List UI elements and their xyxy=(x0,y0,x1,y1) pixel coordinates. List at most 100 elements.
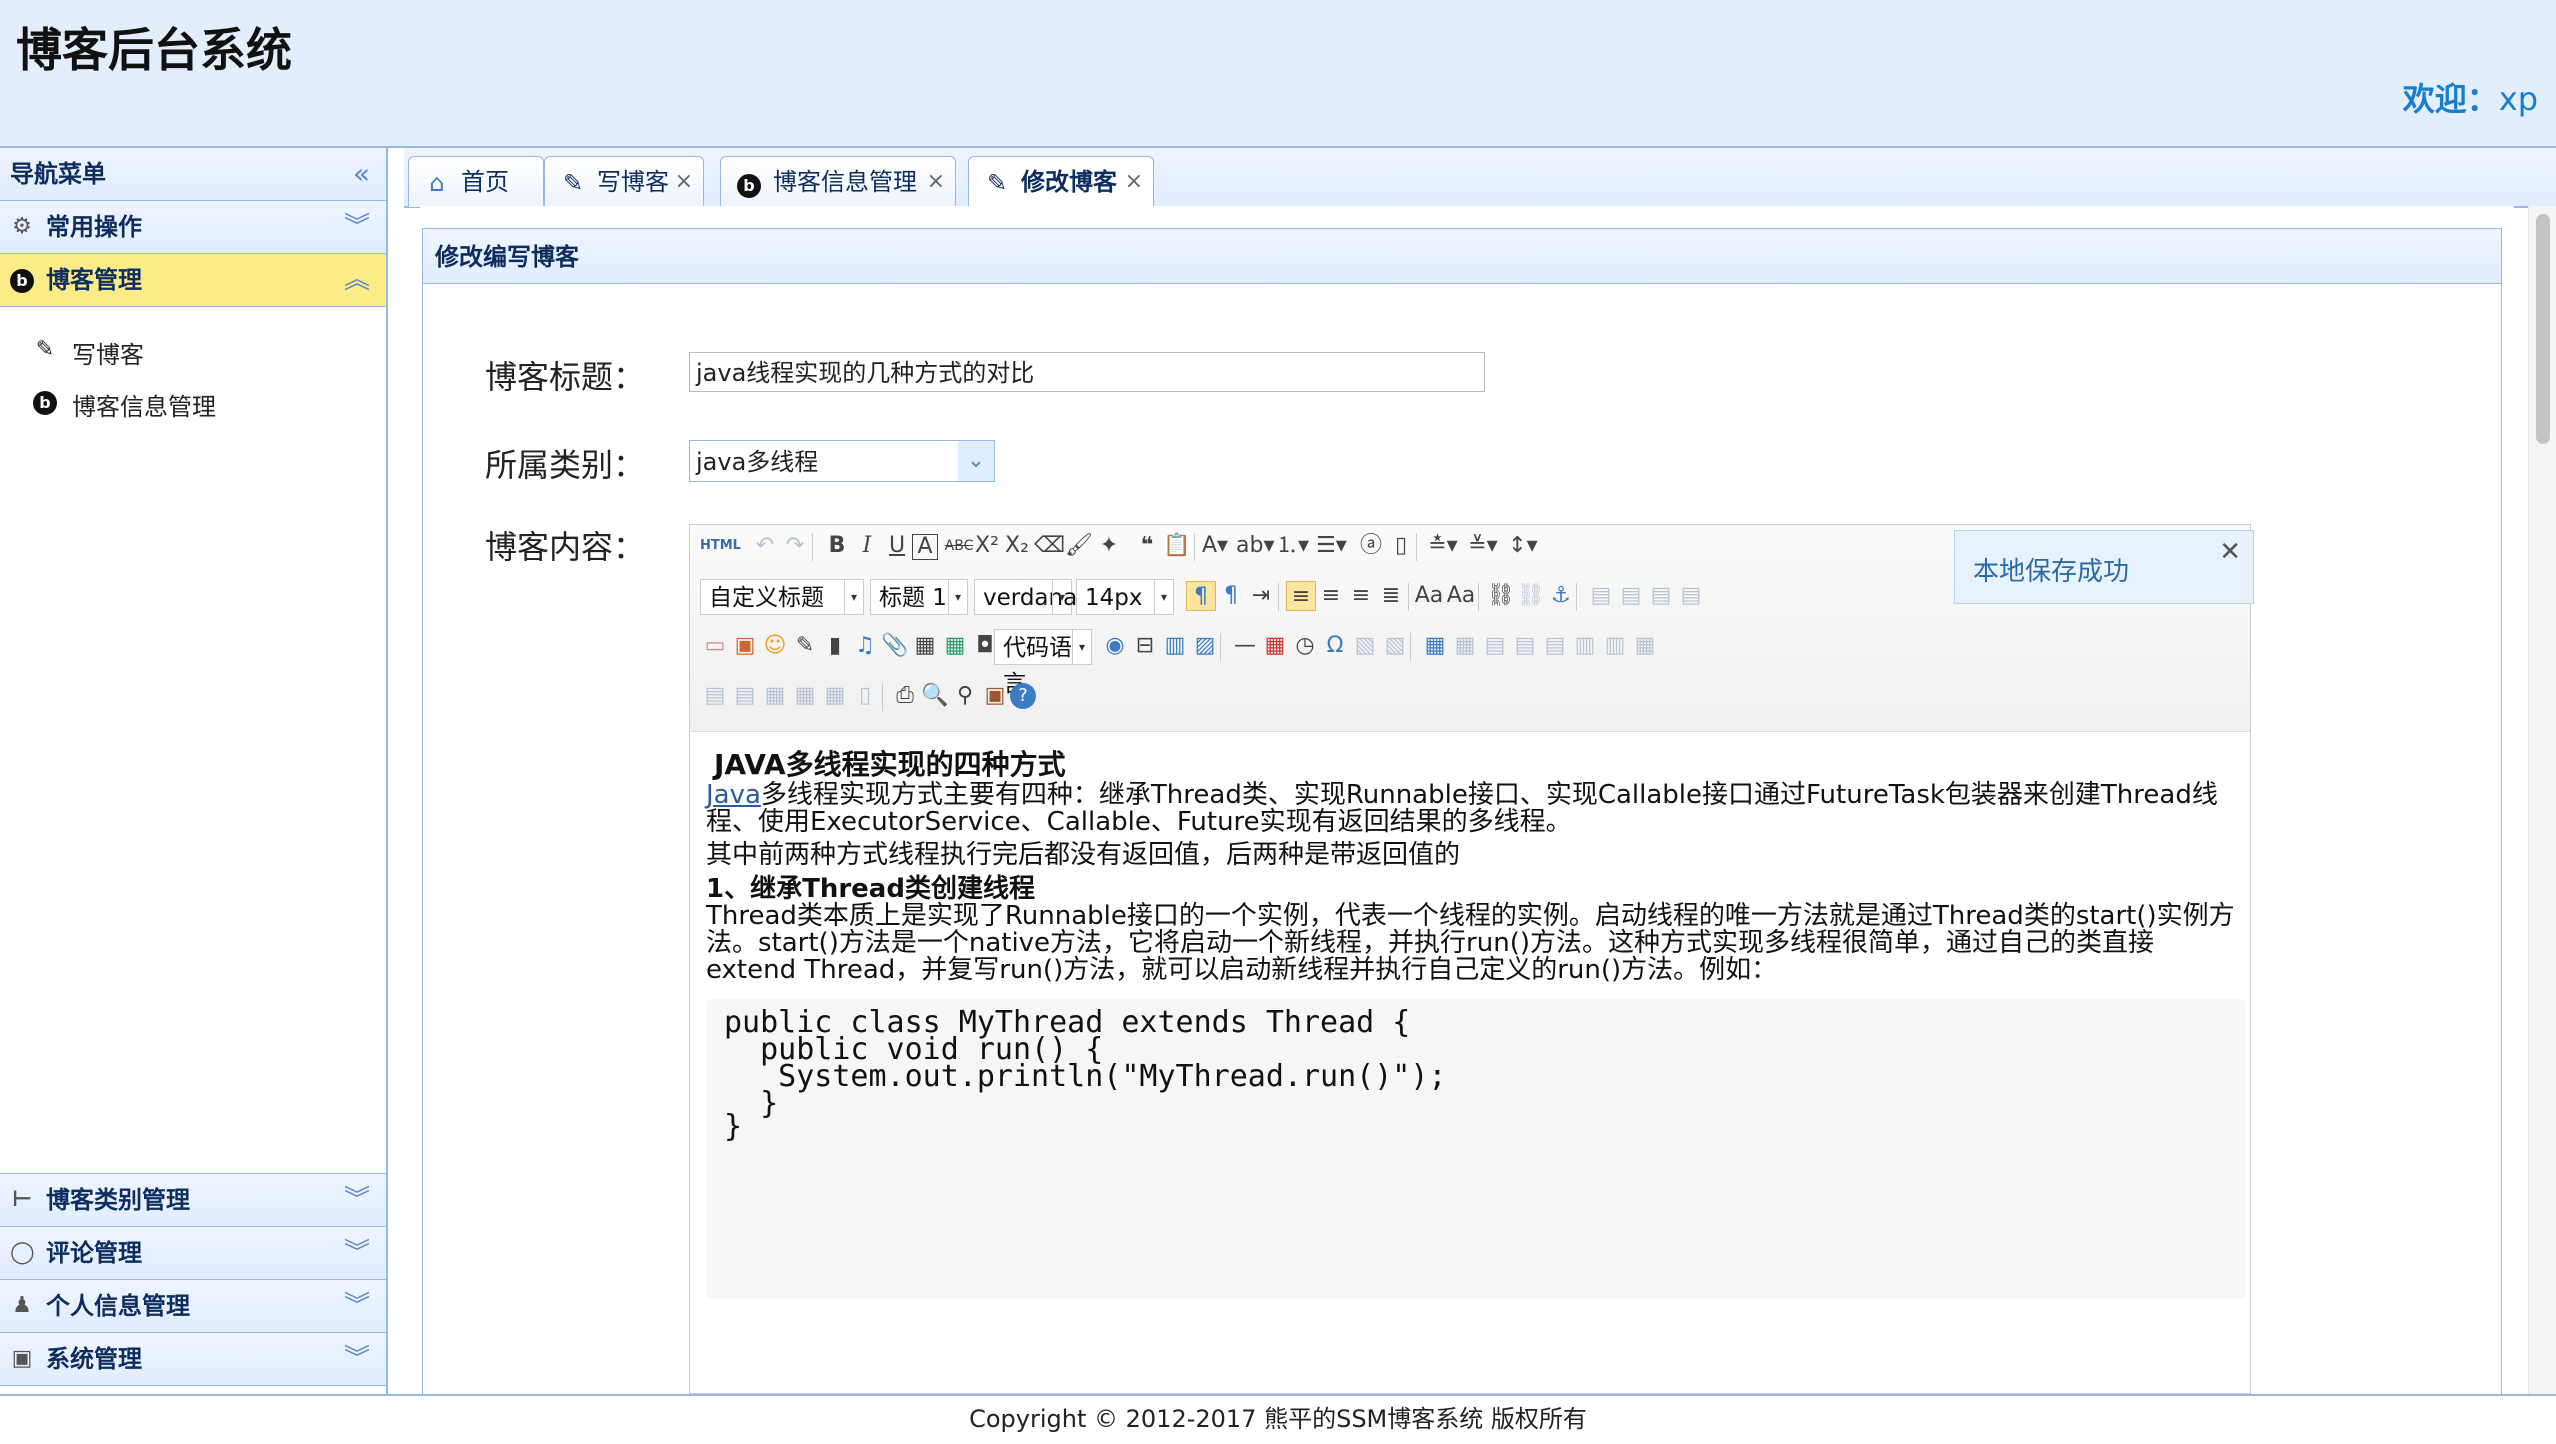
close-icon[interactable]: × xyxy=(675,157,693,207)
anchor-icon[interactable]: ⚓ xyxy=(1546,581,1576,611)
delete-row-icon[interactable]: ▤ xyxy=(1540,631,1570,661)
tab-blog-info[interactable]: b 博客信息管理 × xyxy=(720,156,956,207)
close-icon[interactable]: × xyxy=(1125,157,1143,207)
chevron-down-icon[interactable]: ︾ xyxy=(344,1227,370,1279)
drafts-icon[interactable]: ▣ xyxy=(980,681,1010,711)
sidebar-section-common[interactable]: ⚙ 常用操作 ︾ xyxy=(0,201,386,254)
insert-row-icon[interactable]: ▤ xyxy=(1510,631,1540,661)
sidebar-section-blog[interactable]: b 博客管理 ︽ xyxy=(0,254,386,307)
format-brush-icon[interactable]: 🖌 xyxy=(1064,531,1094,561)
time-icon[interactable]: ◷ xyxy=(1290,631,1320,661)
tab-write-blog[interactable]: ✎ 写博客 × xyxy=(544,156,704,207)
merge-cells-icon[interactable]: ▦ xyxy=(1630,631,1660,661)
split-cols-icon[interactable]: ▦ xyxy=(820,681,850,711)
chevron-down-icon[interactable]: ⌄ xyxy=(958,441,994,481)
template-icon[interactable]: ▥ xyxy=(1160,631,1190,661)
unlink-icon[interactable]: ⛓ xyxy=(1516,581,1546,611)
select-all-icon[interactable]: ⓐ xyxy=(1356,531,1386,561)
split-rows-icon[interactable]: ▦ xyxy=(790,681,820,711)
tab-edit-blog[interactable]: ✎ 修改博客 × xyxy=(968,156,1154,209)
date-icon[interactable]: ▦ xyxy=(1260,631,1290,661)
attachment-icon[interactable]: 📎 xyxy=(880,631,910,661)
justify-icon[interactable]: ≣ xyxy=(1376,581,1406,611)
subscript-icon[interactable]: X₂ xyxy=(1002,531,1032,561)
superscript-icon[interactable]: X² xyxy=(972,531,1002,561)
merge-down-icon[interactable]: ▤ xyxy=(730,681,760,711)
redo-icon[interactable]: ↷ xyxy=(780,531,810,561)
lowercase-icon[interactable]: Aa xyxy=(1446,581,1476,611)
code-language-select[interactable]: 代码语言 ▾ xyxy=(994,629,1092,697)
delete-table-icon[interactable]: ▦ xyxy=(1450,631,1480,661)
snapscreen-icon[interactable]: ▧ xyxy=(1350,631,1380,661)
music-icon[interactable]: ♫ xyxy=(850,631,880,661)
print-icon[interactable]: ⎙ xyxy=(890,681,920,711)
eraser-icon[interactable]: ⌫ xyxy=(1034,531,1065,561)
chevron-down-icon[interactable]: ︾ xyxy=(344,201,370,253)
auto-format-icon[interactable]: ✦ xyxy=(1094,531,1124,561)
font-color-icon[interactable]: A▾ xyxy=(1200,531,1230,561)
special-chars-icon[interactable]: Ω xyxy=(1320,631,1350,661)
html-source-button[interactable]: HTML xyxy=(700,531,741,561)
row-spacing-top-icon[interactable]: ≛▾ xyxy=(1428,531,1458,561)
preview-icon[interactable]: 🔍 xyxy=(920,681,950,711)
chevron-up-icon[interactable]: ︽ xyxy=(344,254,370,306)
bold-icon[interactable]: B xyxy=(822,531,852,561)
insert-image-icon[interactable]: ▣ xyxy=(730,631,760,661)
underline-icon[interactable]: U xyxy=(882,531,912,561)
paste-text-icon[interactable]: 📋 xyxy=(1162,531,1192,561)
image-none-icon[interactable]: ▤ xyxy=(1586,581,1616,611)
font-border-icon[interactable]: A xyxy=(912,534,938,560)
ltr-icon[interactable]: ¶ xyxy=(1186,581,1216,611)
chevron-down-icon[interactable]: ︾ xyxy=(344,1333,370,1385)
wordimage-icon[interactable]: ▧ xyxy=(1380,631,1410,661)
blog-title-input[interactable]: java线程实现的几种方式的对比 xyxy=(689,352,1485,392)
undo-icon[interactable]: ↶ xyxy=(750,531,780,561)
image-center-icon[interactable]: ▤ xyxy=(1676,581,1706,611)
indent-icon[interactable]: ⇥ xyxy=(1246,581,1276,611)
align-center-icon[interactable]: ≡ xyxy=(1316,581,1346,611)
highlight-icon[interactable]: ab▾ xyxy=(1236,531,1275,561)
insert-video-icon[interactable]: ▮ xyxy=(820,631,850,661)
blog-type-select[interactable]: java多线程 ⌄ xyxy=(689,440,995,482)
close-icon[interactable]: × xyxy=(927,157,945,207)
heading-select[interactable]: 标题 1 ▾ xyxy=(870,579,968,615)
insert-col-icon[interactable]: ▥ xyxy=(1570,631,1600,661)
uppercase-icon[interactable]: Aa xyxy=(1414,581,1444,611)
insert-table-icon[interactable]: ▦ xyxy=(1420,631,1450,661)
font-family-select[interactable]: verdana ▾ xyxy=(974,579,1077,615)
map-icon[interactable]: ▦ xyxy=(910,631,940,661)
scrollbar-thumb[interactable] xyxy=(2536,214,2550,444)
insert-paragraph-icon[interactable]: ▤ xyxy=(1480,631,1510,661)
merge-right-icon[interactable]: ▤ xyxy=(700,681,730,711)
chevron-down-icon[interactable]: ︾ xyxy=(344,1174,370,1226)
sidebar-section-system[interactable]: ▣ 系统管理 ︾ xyxy=(0,1333,386,1386)
sidebar-item-write-blog[interactable]: ✎ 写博客 xyxy=(32,335,144,370)
strikethrough-icon[interactable]: ABC xyxy=(944,531,974,561)
tab-home[interactable]: ⌂ 首页 xyxy=(408,156,544,207)
scrawl-icon[interactable]: ✎ xyxy=(790,631,820,661)
delete-col-icon[interactable]: ▥ xyxy=(1600,631,1630,661)
image-right-icon[interactable]: ▤ xyxy=(1646,581,1676,611)
rich-text-editor[interactable]: HTML ↶ ↷ B I U A ABC X² X₂ ⌫ 🖌 ✦ ❝ 📋 A▾ … xyxy=(689,524,2251,1394)
emotion-icon[interactable]: ☺ xyxy=(760,631,790,661)
page-break-icon[interactable]: ⊟ xyxy=(1130,631,1160,661)
unordered-list-icon[interactable]: ☰▾ xyxy=(1316,531,1347,561)
rtl-icon[interactable]: ¶ xyxy=(1216,581,1246,611)
custom-title-select[interactable]: 自定义标题 ▾ xyxy=(700,579,864,615)
italic-icon[interactable]: I xyxy=(852,531,882,561)
sidebar-section-blog-type[interactable]: ⊢ 博客类别管理 ︾ xyxy=(0,1174,386,1227)
image-left-icon[interactable]: ▤ xyxy=(1616,581,1646,611)
sidebar-item-blog-info[interactable]: b 博客信息管理 xyxy=(32,387,216,422)
google-map-icon[interactable]: ▦ xyxy=(940,631,970,661)
clear-doc-icon[interactable]: ▯ xyxy=(1386,531,1416,561)
blockquote-icon[interactable]: ❝ xyxy=(1132,531,1162,561)
align-right-icon[interactable]: ≡ xyxy=(1346,581,1376,611)
row-spacing-bottom-icon[interactable]: ≚▾ xyxy=(1468,531,1498,561)
vertical-scrollbar[interactable] xyxy=(2528,206,2556,1394)
help-icon[interactable]: ? xyxy=(1010,683,1036,709)
align-left-icon[interactable]: ≡ xyxy=(1286,581,1316,611)
split-cells-icon[interactable]: ▦ xyxy=(760,681,790,711)
simple-upload-icon[interactable]: ▭ xyxy=(700,631,730,661)
sidebar-section-comment[interactable]: ◯ 评论管理 ︾ xyxy=(0,1227,386,1280)
chart-icon[interactable]: ▯ xyxy=(850,681,880,711)
